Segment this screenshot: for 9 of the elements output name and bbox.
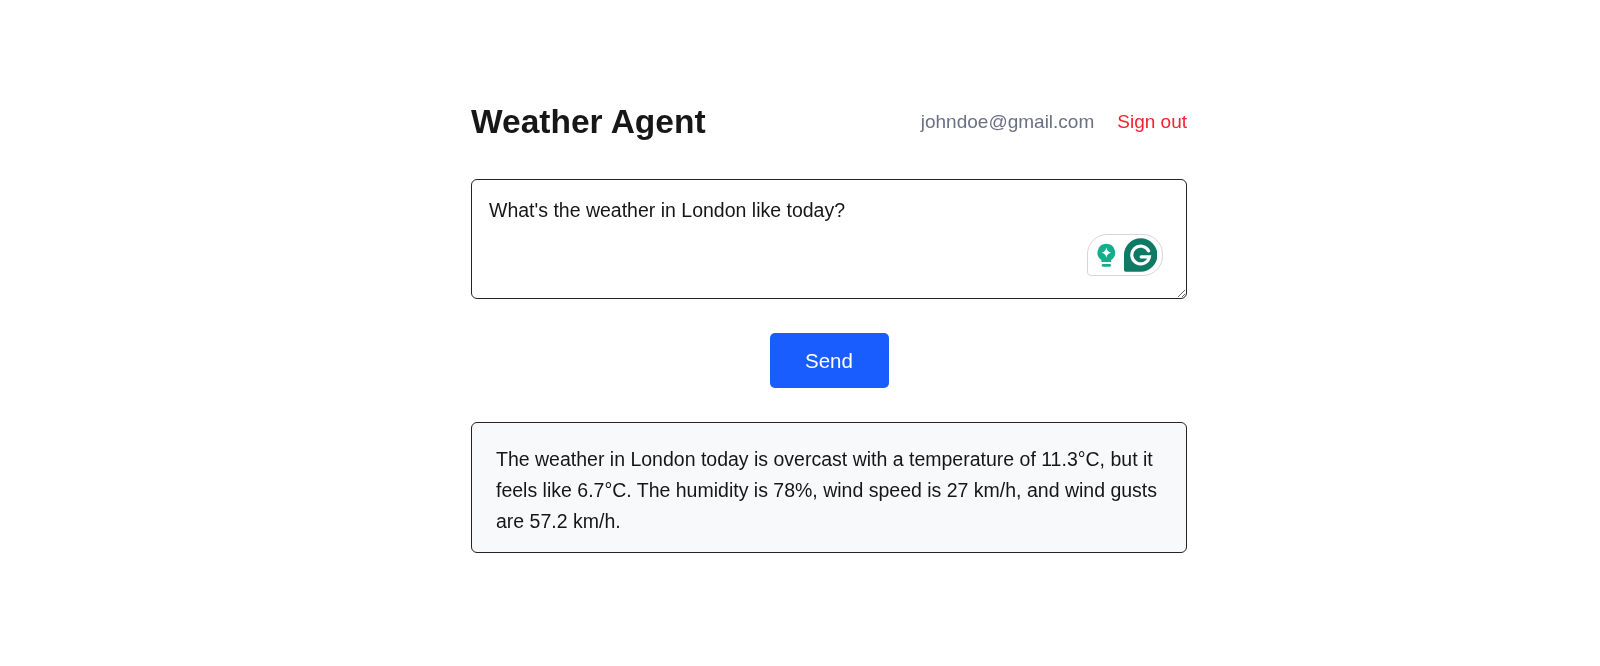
logo-icon — [1123, 238, 1157, 272]
assistant-widget[interactable] — [1087, 234, 1163, 276]
send-button[interactable]: Send — [769, 333, 889, 388]
page-title: Weather Agent — [471, 102, 706, 142]
response-text: The weather in London today is overcast with a temperature of 11.3°C, but it feels like 6.7°C. The humidity is 78%, wind speed is 27 km/h, and wind gusts are 57.2 km/h. — [496, 447, 1159, 534]
prompt-field[interactable]: What's the weather in London like today? — [471, 179, 1187, 299]
sign-out-link[interactable]: Sign out — [1117, 111, 1187, 133]
lightbulb-icon — [1097, 242, 1116, 268]
user-email: johndoe@gmail.com — [920, 111, 1095, 133]
